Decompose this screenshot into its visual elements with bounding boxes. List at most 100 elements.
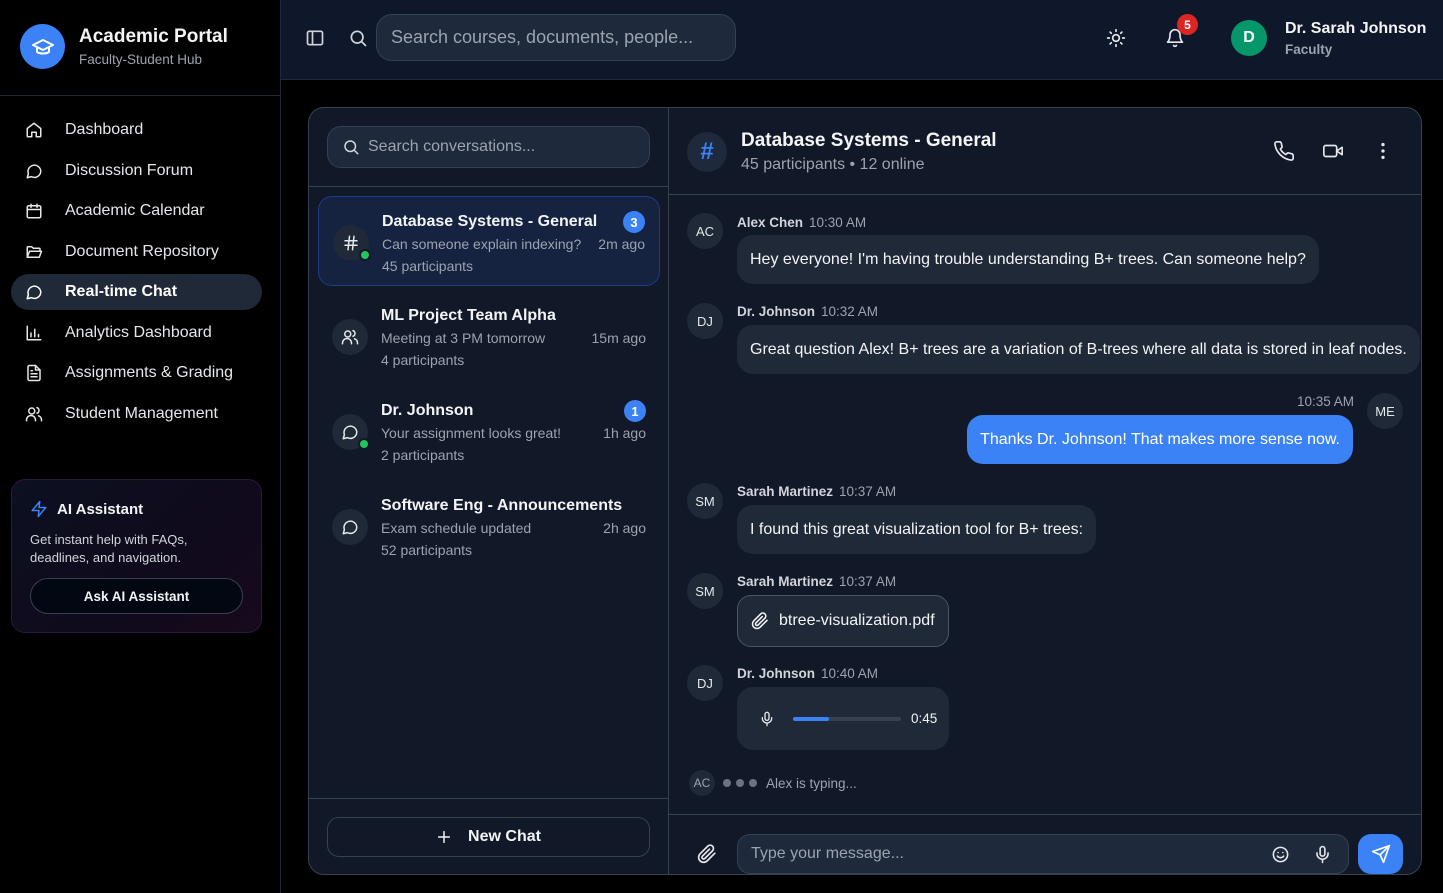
sidebar-toggle-icon[interactable] bbox=[305, 28, 325, 48]
conversation-search-box bbox=[327, 126, 650, 168]
message-circle-icon bbox=[332, 509, 368, 545]
conversation-search-bar bbox=[309, 108, 669, 187]
user-role: Faculty bbox=[1285, 42, 1333, 57]
video-icon[interactable] bbox=[1322, 140, 1344, 162]
sidebar: Academic Portal Faculty-Student Hub Dash… bbox=[0, 0, 281, 893]
brand-subtitle: Faculty-Student Hub bbox=[79, 52, 203, 67]
send-button[interactable] bbox=[1358, 834, 1403, 874]
conversation-time: 15m ago bbox=[591, 330, 646, 346]
brand-header: Academic Portal Faculty-Student Hub bbox=[0, 0, 280, 96]
voice-message[interactable]: 0:45 bbox=[737, 687, 950, 750]
mic-icon[interactable] bbox=[1313, 845, 1332, 864]
new-chat-button[interactable]: New Chat bbox=[327, 817, 650, 857]
more-vertical-icon[interactable] bbox=[1372, 140, 1394, 162]
channel-meta: 45 participants • 12 online bbox=[741, 156, 925, 173]
conversation-item[interactable]: Software Eng - Announcements Exam schedu… bbox=[318, 481, 660, 571]
online-indicator bbox=[358, 438, 370, 450]
graduation-cap-icon bbox=[20, 24, 65, 69]
file-text-icon bbox=[27, 364, 41, 382]
conversation-last-message: Exam schedule updated bbox=[381, 520, 532, 536]
message-meta: Dr. Johnson 10:40 AM bbox=[737, 666, 878, 681]
sidebar-item-label: Discussion Forum bbox=[65, 161, 194, 179]
sidebar-item-assignments-grading[interactable]: Assignments & Grading bbox=[11, 355, 262, 391]
message-meta: Sarah Martinez 10:37 AM bbox=[737, 484, 896, 499]
conversation-last-message: Can someone explain indexing? bbox=[382, 236, 582, 252]
message-sender: Alex Chen bbox=[737, 215, 804, 230]
conversation-item[interactable]: Database Systems - General Can someone e… bbox=[318, 196, 660, 286]
ai-assistant-card: AI Assistant Get instant help with FAQs,… bbox=[11, 479, 262, 633]
conversation-item[interactable]: ML Project Team Alpha Meeting at 3 PM to… bbox=[318, 291, 660, 381]
channel-name: Database Systems - General bbox=[741, 130, 997, 151]
chat-header: # Database Systems - General 45 particip… bbox=[669, 108, 1421, 195]
ai-assistant-header: AI Assistant bbox=[30, 500, 143, 518]
sidebar-nav: Dashboard Discussion Forum Academic Cale… bbox=[11, 112, 262, 436]
bar-chart-icon bbox=[26, 325, 42, 340]
conversation-name: Database Systems - General bbox=[382, 213, 598, 230]
paperclip-icon[interactable] bbox=[697, 844, 717, 864]
typing-dot bbox=[736, 779, 744, 787]
avatar: SM bbox=[687, 573, 723, 609]
message-bubble: I found this great visualization tool fo… bbox=[737, 505, 1097, 554]
typing-text: Alex is typing... bbox=[766, 775, 857, 791]
phone-icon[interactable] bbox=[1273, 140, 1295, 162]
topbar: 5 D Dr. Sarah Johnson Faculty bbox=[281, 0, 1443, 80]
sidebar-item-document-repository[interactable]: Document Repository bbox=[11, 234, 262, 270]
sidebar-item-discussion-forum[interactable]: Discussion Forum bbox=[11, 153, 262, 189]
folder-open-icon bbox=[26, 245, 43, 258]
zap-icon bbox=[31, 500, 47, 518]
sidebar-item-analytics-dashboard[interactable]: Analytics Dashboard bbox=[11, 315, 262, 351]
sidebar-item-academic-calendar[interactable]: Academic Calendar bbox=[11, 193, 262, 229]
message-composer bbox=[669, 814, 1421, 874]
user-avatar[interactable]: D bbox=[1231, 20, 1267, 56]
home-icon bbox=[26, 122, 42, 138]
global-search-input[interactable] bbox=[376, 14, 736, 61]
sidebar-item-dashboard[interactable]: Dashboard bbox=[11, 112, 262, 148]
message-input[interactable] bbox=[751, 835, 1251, 873]
avatar: AC bbox=[689, 770, 715, 796]
message-time: 10:32 AM bbox=[821, 304, 879, 319]
message-time: 10:35 AM bbox=[1297, 394, 1355, 409]
message-time: 10:40 AM bbox=[821, 666, 879, 681]
users-icon bbox=[25, 406, 43, 421]
avatar: DJ bbox=[687, 665, 723, 701]
message-meta: Alex Chen 10:30 AM bbox=[737, 215, 866, 230]
message-sender: Dr. Johnson bbox=[737, 666, 816, 681]
file-attachment[interactable]: btree-visualization.pdf bbox=[737, 595, 949, 647]
typing-dot bbox=[749, 779, 757, 787]
avatar: SM bbox=[687, 483, 723, 519]
sidebar-item-label: Dashboard bbox=[65, 121, 144, 138]
smile-icon[interactable] bbox=[1271, 845, 1290, 864]
sun-icon[interactable] bbox=[1106, 28, 1126, 48]
avatar: DJ bbox=[687, 303, 723, 339]
users-icon bbox=[332, 319, 368, 355]
conversation-list: Database Systems - General Can someone e… bbox=[318, 196, 660, 576]
conversation-participants: 2 participants bbox=[381, 447, 465, 463]
message-meta: Dr. Johnson 10:32 AM bbox=[737, 304, 878, 319]
conversation-list-panel: Database Systems - General Can someone e… bbox=[309, 108, 669, 874]
conversation-time: 2h ago bbox=[603, 520, 646, 536]
conversation-name: Dr. Johnson bbox=[381, 402, 474, 419]
conversation-item[interactable]: Dr. Johnson Your assignment looks great!… bbox=[318, 386, 660, 476]
conversation-search-input[interactable] bbox=[368, 127, 638, 167]
ai-assistant-title: AI Assistant bbox=[57, 500, 144, 518]
sidebar-item-real-time-chat[interactable]: Real-time Chat bbox=[11, 274, 262, 310]
audio-progress-fill bbox=[793, 716, 829, 721]
message-bubble: Great question Alex! B+ trees are a vari… bbox=[737, 325, 1420, 374]
unread-badge: 3 bbox=[623, 211, 645, 233]
avatar: AC bbox=[687, 213, 723, 249]
sidebar-item-label: Analytics Dashboard bbox=[65, 323, 212, 341]
sidebar-item-student-management[interactable]: Student Management bbox=[11, 396, 262, 432]
mic-icon bbox=[761, 711, 773, 726]
conversation-participants: 4 participants bbox=[381, 352, 465, 368]
hash-icon: # bbox=[687, 132, 727, 172]
search-icon bbox=[350, 30, 367, 47]
new-chat-footer: New Chat bbox=[309, 798, 669, 874]
avatar: ME bbox=[1367, 393, 1403, 429]
ask-ai-assistant-button[interactable]: Ask AI Assistant bbox=[30, 578, 243, 614]
sidebar-item-label: Academic Calendar bbox=[65, 202, 205, 219]
send-icon bbox=[1371, 844, 1390, 864]
message-circle-icon bbox=[26, 163, 42, 178]
new-chat-label: New Chat bbox=[468, 828, 541, 845]
audio-progress-track[interactable] bbox=[793, 716, 901, 721]
conversation-participants: 45 participants bbox=[382, 258, 474, 274]
